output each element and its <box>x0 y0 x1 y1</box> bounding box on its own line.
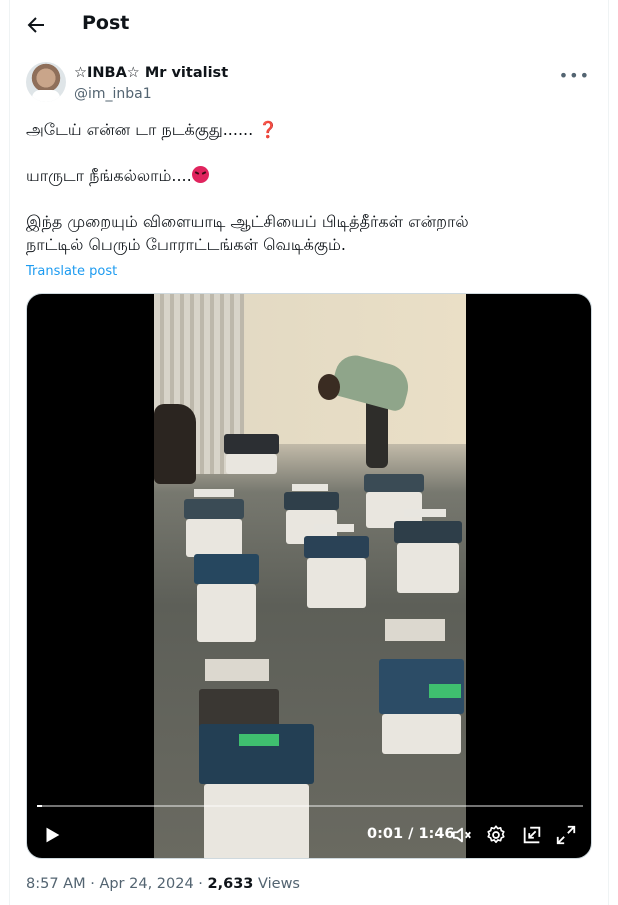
post-line-1: அடேய் என்ன டா நடக்குது...... ❓ <box>26 120 279 139</box>
page-title: Post <box>82 12 130 34</box>
mute-icon[interactable] <box>451 824 473 846</box>
pip-icon[interactable] <box>521 824 543 846</box>
translate-post-link[interactable]: Translate post <box>26 264 117 279</box>
video-controls: 0:01 / 1:46 <box>27 820 591 850</box>
view-count: 2,633 <box>207 876 254 892</box>
settings-icon[interactable] <box>485 824 507 846</box>
video-player[interactable]: 0:01 / 1:46 <box>26 293 592 859</box>
post-text: அடேய் என்ன டா நடக்குது...... ❓ யாருடா நீ… <box>26 118 596 256</box>
more-icon[interactable]: ••• <box>559 66 590 85</box>
question-icon: ❓ <box>258 120 279 139</box>
angry-face-icon <box>191 166 209 183</box>
post-line-3: இந்த முறையும் விளையாடி ஆட்சியைப் பிடித்த… <box>26 212 469 231</box>
post-meta: 8:57 AM · Apr 24, 2024 · 2,633 Views <box>26 876 300 892</box>
fullscreen-icon[interactable] <box>555 824 577 846</box>
post-time[interactable]: 8:57 AM <box>26 876 86 892</box>
post-container: Post ☆INBA☆ Mr vitalist @im_inba1 ••• அட… <box>9 0 609 905</box>
progress-fill <box>37 805 43 807</box>
post-line-4: நாட்டில் பெரும் போராட்டங்கள் வெடிக்கும். <box>26 235 346 254</box>
post-date[interactable]: Apr 24, 2024 <box>99 876 193 892</box>
post-line-2: யாருடா நீங்கல்லாம்.... <box>26 164 596 187</box>
progress-bar[interactable] <box>37 805 583 807</box>
top-bar: Post <box>10 0 608 50</box>
play-icon[interactable] <box>41 824 63 846</box>
back-arrow-icon[interactable] <box>24 13 48 37</box>
video-time: 0:01 / 1:46 <box>367 826 455 842</box>
avatar[interactable] <box>26 62 66 102</box>
video-frame <box>154 294 466 858</box>
views-label: Views <box>253 876 300 892</box>
author-name[interactable]: ☆INBA☆ Mr vitalist <box>74 65 228 81</box>
author-handle[interactable]: @im_inba1 <box>74 86 152 102</box>
